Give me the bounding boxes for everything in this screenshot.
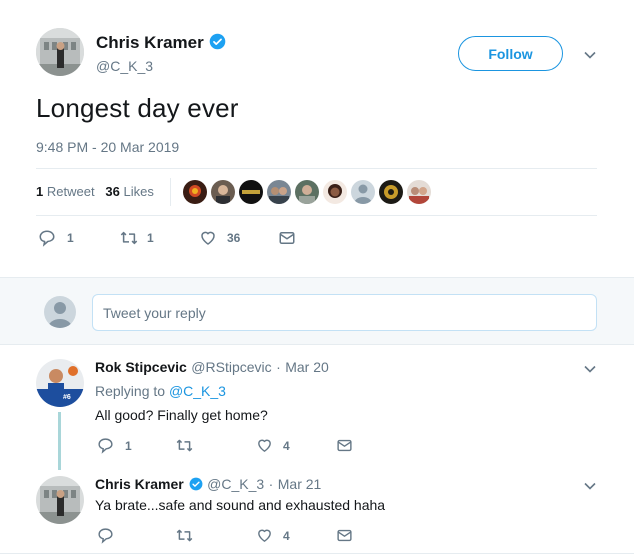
- like-stat[interactable]: 36 Likes: [105, 184, 153, 199]
- tweet-text: Longest day ever: [36, 93, 239, 123]
- meta-separator: ·: [268, 476, 274, 492]
- envelope-icon: [337, 529, 352, 542]
- like-count: 4: [283, 438, 290, 453]
- tweet-options-chevron-down-icon[interactable]: [583, 48, 597, 62]
- tweet-timestamp[interactable]: 9:48 PM - 20 Mar 2019: [36, 139, 179, 155]
- reply-text: All good? Finally get home?: [95, 407, 268, 423]
- retweet-button[interactable]: [175, 527, 194, 544]
- heart-icon: [201, 231, 215, 245]
- retweet-button[interactable]: [175, 437, 194, 454]
- divider: [36, 168, 597, 169]
- reply-input-placeholder: Tweet your reply: [103, 304, 206, 321]
- tweet-stats: 1 Retweet 36 Likes: [36, 184, 154, 199]
- follow-button[interactable]: Follow: [458, 36, 563, 71]
- reply-options-chevron-down-icon[interactable]: [583, 479, 597, 493]
- liker-avatar-4[interactable]: [267, 180, 291, 204]
- retweet-icon: [176, 439, 193, 452]
- reply-author-avatar[interactable]: [36, 476, 84, 524]
- liker-avatar-6[interactable]: [323, 180, 347, 204]
- replying-to-label: Replying to: [95, 383, 166, 399]
- reply-date[interactable]: Mar 20: [285, 359, 329, 375]
- reply-date[interactable]: Mar 21: [278, 476, 322, 492]
- reply-author-name[interactable]: Chris Kramer: [95, 476, 184, 492]
- liker-avatar-3[interactable]: [239, 180, 263, 204]
- like-stat-count: 36: [105, 184, 120, 199]
- verified-badge-icon: [189, 477, 203, 496]
- reply-options-chevron-down-icon[interactable]: [583, 362, 597, 376]
- retweet-stat-label: Retweet: [46, 184, 95, 199]
- replying-to: Replying to @C_K_3: [95, 383, 226, 399]
- reply-button[interactable]: 1: [97, 437, 132, 454]
- verified-badge-icon: [209, 33, 226, 55]
- like-button[interactable]: 36: [199, 229, 240, 247]
- reply-author-name[interactable]: Rok Stipcevic: [95, 359, 187, 375]
- author-name-text[interactable]: Chris Kramer: [96, 33, 204, 52]
- reply-icon: [98, 438, 113, 454]
- liker-avatar-2[interactable]: [211, 180, 235, 204]
- meta-separator: ·: [276, 359, 281, 375]
- author-name[interactable]: Chris Kramer: [96, 33, 226, 55]
- liker-avatar-1[interactable]: [183, 180, 207, 204]
- thread-connector: [58, 412, 61, 470]
- liker-avatar-9[interactable]: [407, 180, 431, 204]
- retweet-stat-count: 1: [36, 184, 44, 199]
- like-count: 4: [283, 528, 290, 543]
- author-avatar[interactable]: [36, 28, 84, 76]
- direct-message-button[interactable]: [336, 527, 353, 544]
- reply-author-handle[interactable]: @C_K_3: [207, 476, 264, 492]
- like-button[interactable]: 4: [256, 527, 290, 544]
- direct-message-button[interactable]: [336, 437, 353, 454]
- author-handle[interactable]: @C_K_3: [96, 58, 153, 74]
- like-stat-label: Likes: [123, 184, 154, 199]
- reply-author-avatar[interactable]: #6: [36, 359, 84, 407]
- divider: [36, 215, 597, 216]
- direct-message-button[interactable]: [278, 229, 296, 247]
- divider: [0, 553, 634, 554]
- reply-2-header: Chris Kramer @C_K_3 · Mar 21: [95, 476, 321, 496]
- heart-icon: [258, 439, 271, 452]
- liker-avatar-7[interactable]: [351, 180, 375, 204]
- replying-to-handle-link[interactable]: @C_K_3: [169, 383, 226, 399]
- reply-button[interactable]: 1: [38, 229, 74, 247]
- reply-button[interactable]: [97, 527, 114, 544]
- retweet-button[interactable]: 1: [119, 229, 154, 247]
- reply-icon: [39, 230, 55, 247]
- retweet-icon: [176, 529, 193, 542]
- retweet-count: 1: [147, 231, 154, 245]
- stats-separator: [170, 178, 171, 206]
- liker-avatar-5[interactable]: [295, 180, 319, 204]
- reply-count: 1: [67, 231, 74, 245]
- envelope-icon: [279, 232, 295, 244]
- retweet-stat[interactable]: 1 Retweet: [36, 184, 95, 199]
- like-button[interactable]: 4: [256, 437, 290, 454]
- svg-text:#6: #6: [63, 394, 71, 401]
- reply-author-handle[interactable]: @RStipcevic: [191, 359, 271, 375]
- envelope-icon: [337, 439, 352, 452]
- current-user-avatar: [44, 296, 76, 328]
- liker-avatar-8[interactable]: [379, 180, 403, 204]
- reply-input[interactable]: Tweet your reply: [92, 294, 597, 331]
- retweet-icon: [120, 231, 138, 245]
- reply-icon: [98, 528, 113, 544]
- like-count: 36: [227, 231, 241, 245]
- reply-count: 1: [125, 438, 132, 453]
- reply-text: Ya brate...safe and sound and exhausted …: [95, 497, 386, 513]
- reply-1-header: Rok Stipcevic @RStipcevic · Mar 20: [95, 359, 329, 377]
- heart-icon: [258, 529, 271, 542]
